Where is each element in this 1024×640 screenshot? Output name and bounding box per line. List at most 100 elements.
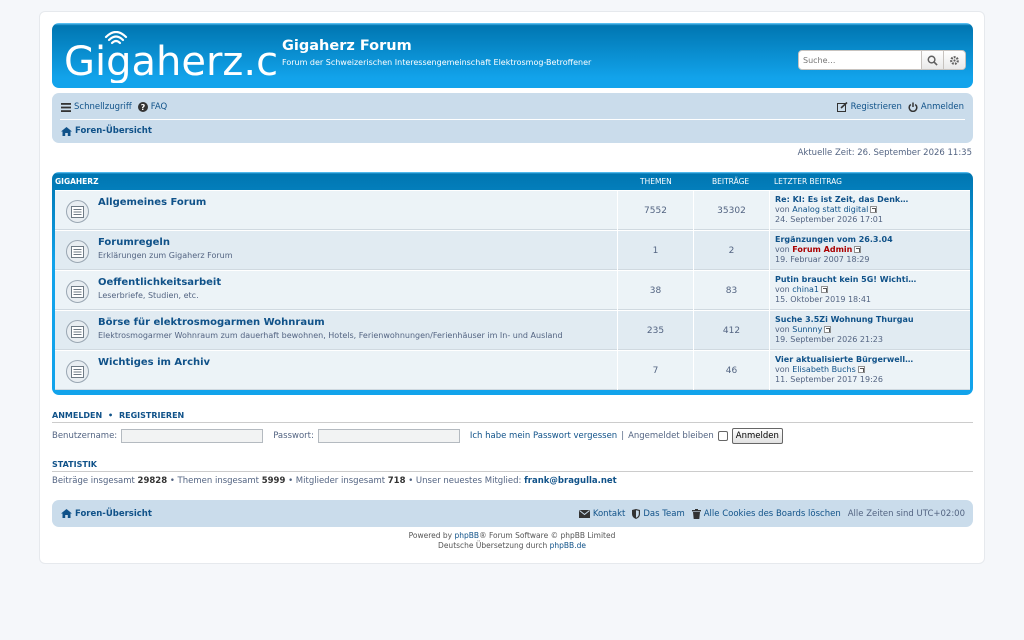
last-post-title-link[interactable]: Ergänzungen vom 26.3.04 — [775, 235, 893, 245]
search-input[interactable] — [799, 51, 921, 69]
forum-read-icon — [66, 360, 89, 383]
home-icon — [61, 509, 72, 518]
last-post-author-link[interactable]: Sunnny — [792, 325, 822, 334]
faq-label: FAQ — [150, 102, 168, 112]
contact-link[interactable]: Kontakt — [578, 508, 626, 519]
footer-breadcrumb-home[interactable]: Foren-Übersicht — [61, 509, 152, 519]
last-post-by: von — [775, 325, 790, 334]
logo-word: Gigaherz.ch — [64, 39, 277, 83]
breadcrumb: Foren-Übersicht — [61, 125, 152, 137]
site-description: Forum der Schweizerischen Interessengeme… — [282, 58, 592, 67]
view-latest-post-icon[interactable] — [857, 366, 865, 373]
header-bar: Gigaherz.ch Gigaherz Forum Forum der Sch… — [52, 23, 973, 88]
last-post-by: von — [775, 285, 790, 294]
forum-title-link[interactable]: Wichtiges im Archiv — [98, 357, 210, 368]
password-field[interactable] — [317, 429, 460, 443]
last-post-author-link[interactable]: Forum Admin — [792, 245, 852, 254]
last-post-date: 19. September 2026 21:23 — [775, 335, 883, 344]
svg-text:?: ? — [140, 103, 145, 112]
register-heading-link[interactable]: REGISTRIEREN — [119, 411, 184, 420]
translation-link[interactable]: phpBB.de — [550, 541, 586, 550]
forum-topics-count: 235 — [617, 311, 693, 350]
delete-cookies-label: Alle Cookies des Boards löschen — [703, 508, 841, 519]
last-post-author-line: von Forum Admin — [775, 245, 862, 255]
quicklinks-menu[interactable]: Schnellzugriff — [61, 102, 132, 112]
forgot-password-link[interactable]: Ich habe mein Passwort vergessen — [470, 431, 617, 441]
last-post-author-link[interactable]: china1 — [792, 285, 819, 294]
last-post-title-link[interactable]: Suche 3.5Zi Wohnung Thurgau — [775, 315, 914, 325]
hamburger-icon — [61, 102, 71, 112]
powered-prefix: Powered by — [408, 531, 453, 540]
delete-cookies-link[interactable]: Alle Cookies des Boards löschen — [691, 508, 841, 519]
last-post-date: 11. September 2017 19:26 — [775, 375, 883, 384]
forum-last-post: Ergänzungen vom 26.3.04 von Forum Admin 19… — [769, 231, 969, 270]
last-post-date: 15. Oktober 2019 18:41 — [775, 295, 872, 304]
stats-members: 718 — [387, 476, 406, 486]
forum-last-post: Suche 3.5Zi Wohnung Thurgau von Sunnny 19.… — [769, 311, 969, 350]
footer-breadcrumb-label: Foren-Übersicht — [75, 508, 152, 519]
stats-newest-member[interactable]: frank@bragulla.net — [524, 476, 617, 486]
view-latest-post-icon[interactable] — [870, 206, 878, 213]
last-post-title-link[interactable]: Vier aktualisierte Bürgerwell… — [775, 355, 913, 365]
forum-last-post: Vier aktualisierte Bürgerwell… von Elisab… — [769, 351, 969, 390]
login-submit-button[interactable]: Anmelden — [731, 428, 783, 444]
forum-topics-count: 38 — [617, 271, 693, 310]
forum-read-icon — [66, 280, 89, 303]
last-post-by: von — [775, 205, 790, 214]
forum-read-icon — [66, 320, 89, 343]
team-link[interactable]: Das Team — [632, 508, 685, 519]
last-post-author-line: von Sunnny — [775, 325, 832, 335]
faq-link[interactable]: ? FAQ — [137, 102, 168, 112]
contact-label: Kontakt — [592, 508, 626, 519]
login-heading: ANMELDEN • REGISTRIEREN — [52, 411, 973, 423]
view-latest-post-icon[interactable] — [821, 286, 829, 293]
forum-table: GIGAHERZ THEMEN BEITRÄGE LETZTER BEITRAG… — [52, 172, 973, 395]
username-label: Benutzername: — [52, 431, 118, 441]
register-link[interactable]: Registrieren — [836, 102, 902, 112]
view-latest-post-icon[interactable] — [824, 326, 832, 333]
forum-row: Allgemeines Forum 7552 35302 Re: KI: Es ist… — [55, 190, 970, 230]
breadcrumb-home[interactable]: Foren-Übersicht — [61, 126, 152, 136]
stats-heading: STATISTIK — [52, 460, 973, 472]
username-field[interactable] — [121, 429, 264, 443]
stats-topics: 5999 — [261, 476, 286, 486]
last-post-date: 24. September 2026 17:01 — [775, 215, 883, 224]
shield-icon — [632, 508, 641, 519]
page-wrapper: Gigaherz.ch Gigaherz Forum Forum der Sch… — [39, 11, 985, 564]
forum-row: Oeffentlichkeitsarbeit Leserbriefe, Studi… — [55, 270, 970, 310]
last-post-author-link[interactable]: Elisabeth Buchs — [792, 365, 856, 374]
search-button[interactable] — [921, 51, 943, 69]
last-post-title-link[interactable]: Putin braucht kein 5G! Wichti… — [775, 275, 916, 285]
forum-title-link[interactable]: Oeffentlichkeitsarbeit — [98, 277, 221, 288]
last-post-author-line: von china1 — [775, 285, 829, 295]
remember-me-checkbox[interactable] — [717, 431, 728, 441]
forum-title-link[interactable]: Forumregeln — [98, 237, 170, 248]
site-logo[interactable]: Gigaherz.ch — [62, 31, 277, 83]
advanced-search-button[interactable] — [943, 51, 965, 69]
forum-title-link[interactable]: Allgemeines Forum — [98, 197, 206, 208]
view-latest-post-icon[interactable] — [854, 246, 862, 253]
search-box — [798, 50, 966, 70]
stats-newest-label: • Unser neuestes Mitglied: — [408, 476, 522, 486]
question-icon: ? — [137, 102, 148, 112]
phpbb-link[interactable]: phpBB — [455, 531, 480, 540]
stats-topics-label: • Themen insgesamt — [169, 476, 260, 486]
forum-last-post: Putin braucht kein 5G! Wichti… von china1… — [769, 271, 969, 310]
forum-row: Börse für elektrosmogarmen Wohnraum Elekt… — [55, 310, 970, 350]
forum-description: Leserbriefe, Studien, etc. — [98, 291, 199, 300]
last-post-author-link[interactable]: Analog statt digital — [792, 205, 868, 214]
edit-icon — [836, 102, 848, 112]
powered-suffix: ® Forum Software © phpBB Limited — [479, 531, 616, 540]
team-label: Das Team — [643, 508, 685, 519]
forum-posts-count: 46 — [693, 351, 769, 390]
site-title[interactable]: Gigaherz Forum — [282, 38, 412, 54]
forum-title-link[interactable]: Börse für elektrosmogarmen Wohnraum — [98, 317, 325, 328]
last-post-author-line: von Analog statt digital — [775, 205, 878, 215]
login-link[interactable]: Anmelden — [908, 102, 964, 112]
forum-posts-count: 412 — [693, 311, 769, 350]
category-title[interactable]: GIGAHERZ — [55, 177, 99, 186]
envelope-icon — [578, 509, 590, 518]
last-post-title-link[interactable]: Re: KI: Es ist Zeit, das Denk… — [775, 195, 908, 205]
search-icon — [927, 55, 938, 66]
login-heading-link[interactable]: ANMELDEN — [52, 411, 102, 420]
